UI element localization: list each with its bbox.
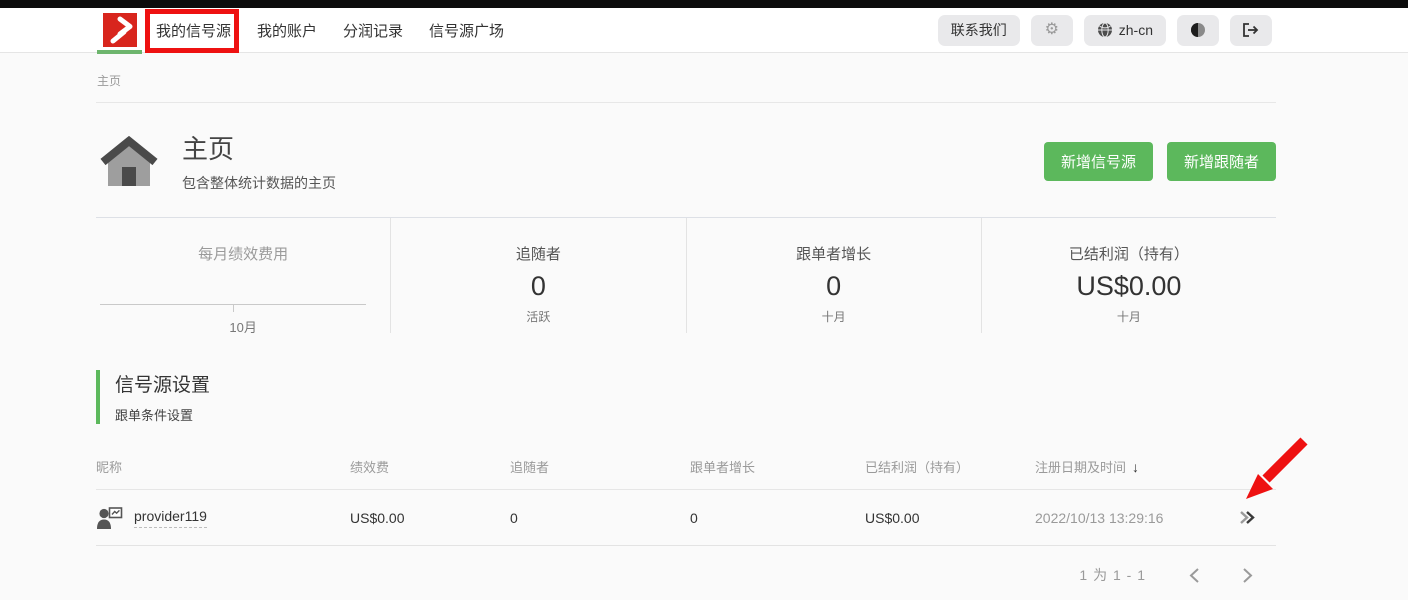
brand-logo-icon[interactable]	[103, 13, 137, 47]
sort-desc-icon: ↓	[1132, 459, 1139, 475]
cell-performance-fee: US$0.00	[350, 510, 510, 526]
breadcrumb[interactable]: 主页	[96, 53, 1276, 103]
cell-followers: 0	[510, 510, 690, 526]
active-tab-indicator	[97, 50, 142, 54]
col-header-performance-fee[interactable]: 绩效费	[350, 457, 510, 476]
settings-button[interactable]: ⚙	[1031, 15, 1073, 46]
cell-registered: 2022/10/13 13:29:16	[1035, 510, 1276, 526]
cell-nickname: provider119	[96, 506, 350, 530]
stat-profit-caption: 十月	[982, 308, 1276, 325]
nav-actions: 联系我们 ⚙ zh-cn	[938, 15, 1272, 46]
home-icon	[100, 136, 158, 186]
stat-growth-value: 0	[687, 271, 981, 302]
chart-axis-label: 10月	[96, 317, 390, 336]
page-header: 主页 包含整体统计数据的主页 新增信号源 新增跟随者	[96, 103, 1276, 217]
col-header-registered-label: 注册日期及时间	[1035, 457, 1126, 476]
gear-icon: ⚙	[1045, 22, 1059, 38]
row-expand-button[interactable]	[1239, 510, 1255, 525]
stat-profit: 已结利润（持有） US$0.00 十月	[981, 218, 1276, 333]
logout-icon	[1242, 22, 1260, 38]
top-black-bar	[0, 0, 1408, 8]
stat-growth-title: 跟单者增长	[687, 243, 981, 264]
page-subtitle: 包含整体统计数据的主页	[182, 173, 336, 193]
globe-icon	[1097, 22, 1113, 38]
chart-tick	[233, 305, 234, 312]
page-titles: 主页 包含整体统计数据的主页	[182, 129, 336, 193]
contact-us-button[interactable]: 联系我们	[938, 15, 1020, 46]
nav-item-provider-plaza[interactable]: 信号源广场	[416, 20, 517, 41]
language-button[interactable]: zh-cn	[1084, 15, 1166, 46]
theme-contrast-button[interactable]	[1177, 15, 1219, 46]
chevron-left-icon	[1188, 567, 1200, 584]
double-chevron-right-icon	[1245, 510, 1255, 525]
col-header-followers[interactable]: 追随者	[510, 457, 690, 476]
chevron-right-icon	[1242, 567, 1254, 584]
pagination-next-button[interactable]	[1242, 567, 1254, 584]
stats-row: 每月绩效费用 10月 追随者 0 活跃 跟单者增长 0 十月 已结利润（持有） …	[96, 217, 1276, 333]
nav-item-my-account[interactable]: 我的账户	[244, 20, 330, 41]
stat-followers-title: 追随者	[391, 243, 685, 264]
navbar: 我的信号源 我的账户 分润记录 信号源广场 联系我们 ⚙ zh-cn	[0, 8, 1408, 53]
stat-followers-caption: 活跃	[391, 308, 685, 325]
nav-item-my-providers[interactable]: 我的信号源	[150, 20, 244, 41]
cell-closed-profit: US$0.00	[865, 510, 1035, 526]
col-header-registered[interactable]: 注册日期及时间 ↓	[1035, 457, 1276, 476]
col-header-follower-growth[interactable]: 跟单者增长	[690, 457, 865, 476]
table-row: provider119 US$0.00 0 0 US$0.00 2022/10/…	[96, 490, 1276, 546]
col-header-closed-profit[interactable]: 已结利润（持有）	[865, 457, 1035, 476]
add-provider-button[interactable]: 新增信号源	[1044, 142, 1153, 181]
pagination-prev-button[interactable]	[1188, 567, 1200, 584]
pagination: 1 为 1 - 1	[96, 565, 1276, 585]
providers-table: 昵称 绩效费 追随者 跟单者增长 已结利润（持有） 注册日期及时间 ↓ prov…	[96, 451, 1276, 585]
add-follower-button[interactable]: 新增跟随者	[1167, 142, 1276, 181]
registered-date: 2022/10/13 13:29:16	[1035, 510, 1163, 526]
section-title: 信号源设置	[115, 370, 1276, 397]
stat-monthly-fee-title: 每月绩效费用	[96, 243, 390, 264]
main-content: 主页 主页 包含整体统计数据的主页 新增信号源 新增跟随者 每月绩效费用 10月…	[96, 53, 1276, 585]
nav-menu: 我的信号源 我的账户 分润记录 信号源广场	[150, 20, 517, 41]
nav-item-profit-records[interactable]: 分润记录	[330, 20, 416, 41]
pagination-info: 1 为 1 - 1	[1079, 565, 1146, 585]
page-title: 主页	[182, 129, 336, 166]
stat-monthly-fee: 每月绩效费用 10月	[96, 218, 390, 333]
contrast-icon	[1190, 22, 1206, 38]
col-header-nickname[interactable]: 昵称	[96, 457, 350, 476]
logout-button[interactable]	[1230, 15, 1272, 46]
provider-name-link[interactable]: provider119	[134, 508, 207, 528]
stat-profit-title: 已结利润（持有）	[982, 243, 1276, 264]
stat-growth-caption: 十月	[687, 308, 981, 325]
table-header-row: 昵称 绩效费 追随者 跟单者增长 已结利润（持有） 注册日期及时间 ↓	[96, 451, 1276, 490]
monthly-fee-chart-axis	[100, 304, 366, 305]
stat-growth: 跟单者增长 0 十月	[686, 218, 981, 333]
stat-profit-value: US$0.00	[982, 271, 1276, 302]
stat-followers: 追随者 0 活跃	[390, 218, 685, 333]
header-buttons: 新增信号源 新增跟随者	[1044, 142, 1276, 181]
provider-avatar-icon	[96, 506, 123, 530]
cell-follower-growth: 0	[690, 510, 865, 526]
section-subtitle: 跟单条件设置	[115, 405, 1276, 424]
language-label: zh-cn	[1119, 22, 1153, 38]
stat-followers-value: 0	[391, 271, 685, 302]
provider-settings-section-header: 信号源设置 跟单条件设置	[96, 370, 1276, 424]
